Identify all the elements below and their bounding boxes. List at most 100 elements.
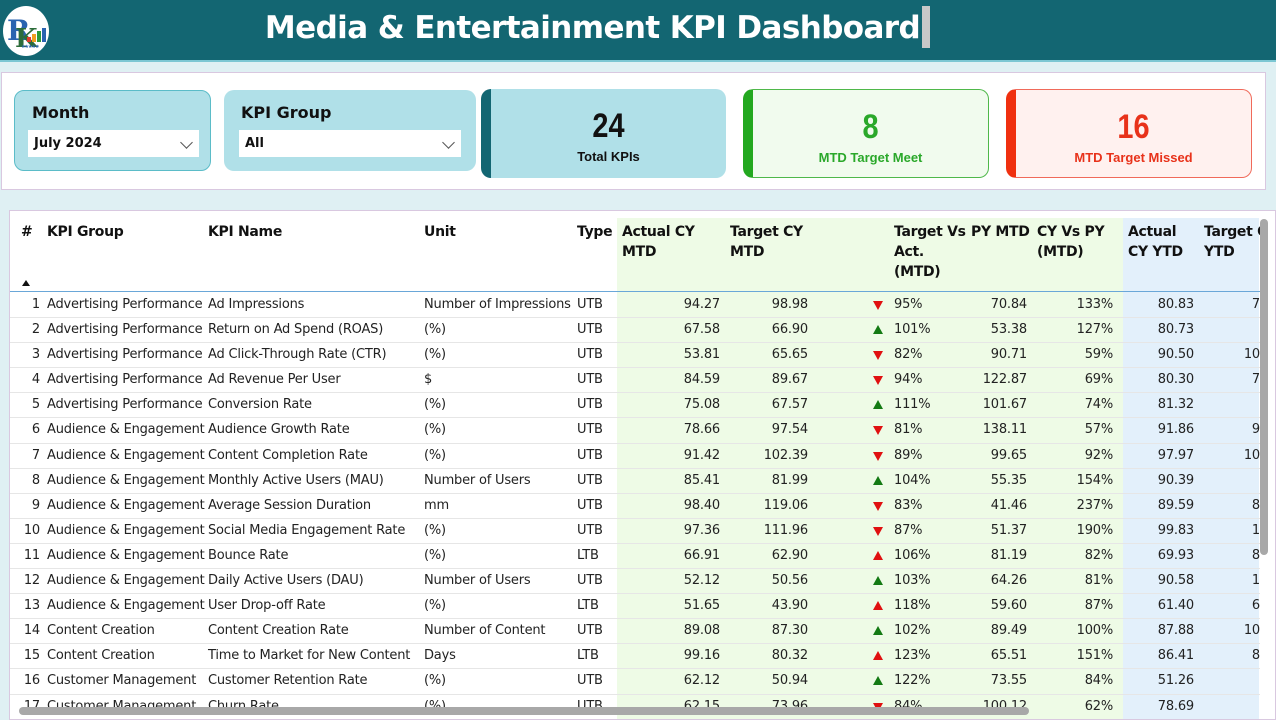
col-header-cy-vs-py[interactable]: CY Vs PY (MTD) — [1037, 222, 1105, 262]
table-row[interactable]: 11 Audience & Engagement Bounce Rate (%) LTB… — [10, 544, 1260, 570]
cell-kpi-name: Social Media Engagement Rate — [208, 522, 406, 538]
cell-target-cy-ytd: 7 — [1251, 372, 1260, 388]
cell-cy-vs-py: 151% — [1076, 648, 1114, 664]
cell-cy-vs-py: 190% — [1076, 522, 1114, 538]
mtd-target-missed-card: 16 MTD Target Missed — [1006, 89, 1252, 178]
cell-actual-cy-mtd: 51.65 — [683, 598, 720, 614]
sort-ascending-icon[interactable] — [22, 280, 30, 286]
cell-cy-vs-py: 59% — [1084, 347, 1113, 363]
cell-target-cy-mtd: 119.06 — [763, 497, 808, 513]
table-row[interactable]: 6 Audience & Engagement Audience Growth Ra… — [10, 418, 1260, 444]
cell-kpi-group: Audience & Engagement — [47, 422, 205, 438]
cell-actual-cy-ytd: 90.58 — [1157, 573, 1194, 589]
cell-target-cy-ytd: 9 — [1251, 422, 1260, 438]
cell-unit: (%) — [424, 598, 446, 614]
table-row[interactable]: 2 Advertising Performance Return on Ad Spe… — [10, 318, 1260, 344]
cell-cy-vs-py: 82% — [1084, 547, 1113, 563]
cell-unit: (%) — [424, 547, 446, 563]
cell-actual-cy-ytd: 80.83 — [1157, 297, 1194, 312]
cell-target-cy-ytd: 1 — [1251, 522, 1260, 538]
cell-target-cy-ytd: 8 — [1251, 497, 1260, 513]
kpi-group-label: KPI Group — [241, 103, 332, 122]
kpi-table: # KPI Group KPI Name Unit Type Actual CY… — [9, 210, 1276, 720]
table-row[interactable]: 15 Content Creation Time to Market for New… — [10, 644, 1260, 670]
col-header-line: Target CY — [730, 224, 803, 240]
col-header-target-cy-ytd[interactable]: Target C YTD — [1204, 222, 1260, 262]
col-header-target-vs-act[interactable]: Target Vs Act. (MTD) — [894, 222, 966, 282]
cell-kpi-name: Time to Market for New Content — [208, 648, 411, 664]
month-dropdown[interactable]: July 2024 — [28, 130, 199, 157]
cell-num: 7 — [31, 447, 40, 463]
arrow-down-icon — [873, 351, 883, 361]
col-header-actual-cy-ytd[interactable]: Actual CY YTD — [1128, 222, 1183, 262]
cell-cy-vs-py: 57% — [1084, 422, 1113, 438]
col-header-unit[interactable]: Unit — [424, 222, 456, 242]
cell-actual-cy-mtd: 66.91 — [683, 547, 720, 563]
col-header-line: Target Vs — [894, 224, 966, 240]
cell-target-cy-mtd: 50.94 — [771, 673, 808, 689]
cell-target-cy-mtd: 80.32 — [771, 648, 808, 664]
col-header-target-cy-mtd[interactable]: Target CY MTD — [730, 222, 803, 262]
table-row[interactable]: 12 Audience & Engagement Daily Active User… — [10, 569, 1260, 595]
table-row[interactable]: 13 Audience & Engagement User Drop-off Rat… — [10, 594, 1260, 620]
table-row[interactable]: 4 Advertising Performance Ad Revenue Per U… — [10, 368, 1260, 394]
mtd-target-meet-value: 8 — [862, 108, 879, 146]
col-header-kpi-group[interactable]: KPI Group — [47, 222, 124, 242]
table-body: 1 Advertising Performance Ad Impressions Nu… — [10, 293, 1260, 719]
total-kpis-card: 24 Total KPIs — [481, 89, 726, 178]
arrow-up-icon — [873, 550, 883, 560]
cell-target-cy-mtd: 62.90 — [771, 547, 808, 563]
cell-unit: (%) — [424, 673, 446, 689]
cell-target-cy-ytd: 10 — [1243, 623, 1260, 639]
kpi-group-dropdown[interactable]: All — [239, 130, 461, 157]
cell-py-mtd: 41.46 — [990, 497, 1027, 513]
col-header-type[interactable]: Type — [577, 222, 613, 242]
cell-target-cy-mtd: 87.30 — [771, 623, 808, 639]
table-row[interactable]: 8 Audience & Engagement Monthly Active Use… — [10, 469, 1260, 494]
cell-cy-vs-py: 100% — [1076, 623, 1114, 639]
cell-kpi-group: Audience & Engagement — [47, 472, 205, 488]
cell-target-cy-ytd: 8 — [1251, 547, 1260, 563]
cell-actual-cy-mtd: 75.08 — [683, 397, 720, 413]
table-row[interactable]: 5 Advertising Performance Conversion Rate … — [10, 393, 1260, 419]
table-row[interactable]: 1 Advertising Performance Ad Impressions Nu… — [10, 293, 1260, 319]
col-header-actual-cy-mtd[interactable]: Actual CY MTD — [622, 222, 695, 262]
cell-kpi-group: Advertising Performance — [47, 372, 203, 388]
table-row[interactable]: 14 Content Creation Content Creation Rate N… — [10, 619, 1260, 645]
header-bar: R K ★★★★★ Media & Entertainment KPI Dash… — [0, 0, 1276, 62]
table-row[interactable]: 10 Audience & Engagement Social Media Enga… — [10, 519, 1260, 544]
cell-num: 4 — [31, 372, 40, 388]
col-header-py-mtd[interactable]: PY MTD — [971, 222, 1030, 242]
vertical-scrollbar[interactable] — [1260, 219, 1268, 555]
cell-actual-cy-mtd: 85.41 — [683, 472, 720, 488]
cell-py-mtd: 65.51 — [990, 648, 1027, 664]
table-row[interactable]: 3 Advertising Performance Ad Click-Through… — [10, 343, 1260, 369]
cell-kpi-name: Ad Revenue Per User — [208, 372, 341, 388]
horizontal-scrollbar[interactable] — [19, 707, 1029, 715]
col-header-kpi-name[interactable]: KPI Name — [208, 222, 282, 242]
cell-kpi-name: Audience Growth Rate — [208, 422, 350, 438]
cell-cy-vs-py: 92% — [1084, 447, 1113, 463]
cell-actual-cy-ytd: 80.30 — [1157, 372, 1194, 388]
col-header-num[interactable]: # — [21, 222, 33, 242]
cell-kpi-name: Customer Retention Rate — [208, 673, 368, 689]
cell-cy-vs-py: 154% — [1076, 472, 1114, 488]
chevron-down-icon — [180, 136, 193, 149]
table-header: # KPI Group KPI Name Unit Type Actual CY… — [10, 218, 1260, 292]
table-row[interactable]: 16 Customer Management Customer Retention … — [10, 669, 1260, 695]
cell-target-cy-mtd: 65.65 — [771, 347, 808, 363]
arrow-down-icon — [873, 301, 883, 310]
table-row[interactable]: 9 Audience & Engagement Average Session Du… — [10, 494, 1260, 519]
table-row[interactable]: 7 Audience & Engagement Content Completion… — [10, 444, 1260, 469]
cell-num: 2 — [31, 322, 40, 338]
cell-actual-cy-ytd: 90.50 — [1157, 347, 1194, 363]
cell-py-mtd: 101.67 — [982, 397, 1027, 413]
cell-kpi-group: Content Creation — [47, 623, 155, 639]
cell-py-mtd: 55.35 — [990, 472, 1027, 488]
kpi-group-value: All — [245, 136, 264, 151]
month-value: July 2024 — [34, 136, 102, 151]
cell-type: UTB — [577, 297, 603, 312]
cell-actual-cy-mtd: 52.12 — [683, 573, 720, 589]
cell-actual-cy-ytd: 87.88 — [1157, 623, 1194, 639]
cell-cy-vs-py: 127% — [1076, 322, 1114, 338]
